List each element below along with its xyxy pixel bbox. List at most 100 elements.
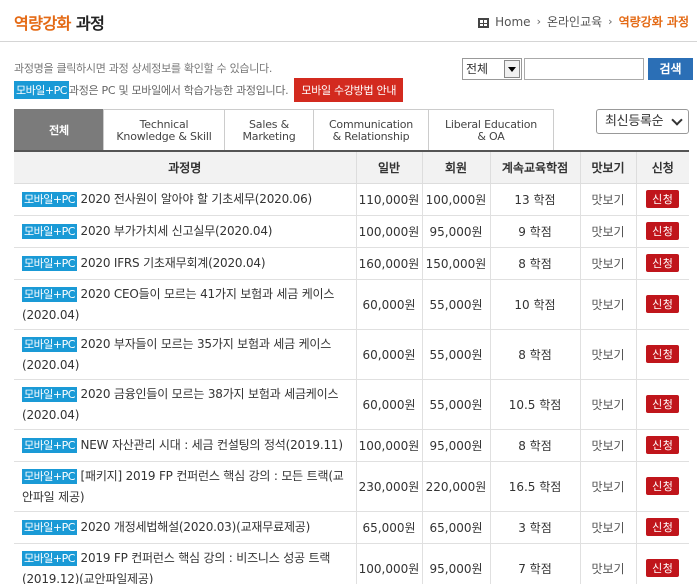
home-icon[interactable] [478,17,490,28]
member-price: 150,000원 [421,246,491,280]
course-title-cell[interactable]: 모바일+PC 2020 IFRS 기초재무회계(2020.04) [14,246,357,280]
breadcrumb: Home › 온라인교육 › 역량강화 과정 [478,13,689,30]
search-button[interactable]: 검색 [648,58,693,80]
member-price: 55,000원 [421,278,491,330]
course-title-cell[interactable]: 모바일+PC 2019 FP 컨퍼런스 핵심 강의 : 비즈니스 성공 트랙 (… [14,542,357,584]
mobile-info: 모바일+PC 과정은 PC 및 모바일에서 학습가능한 과정입니다. 모바일 수… [14,78,404,102]
course-title-cell[interactable]: 모바일+PC 2020 부가가치세 신고실무(2020.04) [14,214,357,248]
credits: 13 학점 [489,182,581,216]
apply-button[interactable]: 신청 [646,345,680,363]
preview-link[interactable]: 맛보기 [579,278,637,330]
general-price: 60,000원 [355,378,423,430]
course-title-link[interactable]: NEW 자산관리 시대 : 세금 컨설팅의 정석(2019.11) [81,438,344,452]
tab-technical[interactable]: Technical Knowledge & Skill [103,109,225,151]
table-row: 모바일+PC 2020 금융인들이 모르는 38가지 보험과 세금케이스 (20… [14,378,689,430]
mobile-pc-badge: 모바일+PC [22,437,77,453]
apply-button[interactable]: 신청 [646,190,680,208]
preview-link[interactable]: 맛보기 [579,378,637,430]
credits: 8 학점 [489,328,581,380]
preview-link[interactable]: 맛보기 [579,460,637,512]
course-title-cell[interactable]: 모바일+PC 2020 개정세법해설(2020.03)(교재무료제공) [14,510,357,544]
course-title-link[interactable]: 2020 개정세법해설(2020.03)(교재무료제공) [81,520,311,534]
course-table: 과정명 일반 회원 계속교육학점 맛보기 신청 모바일+PC 2020 전사원이… [14,150,689,584]
course-title-link[interactable]: 2020 IFRS 기초재무회계(2020.04) [81,256,266,270]
category-filter-select[interactable]: 전체 [462,58,522,80]
member-price: 95,000원 [421,542,491,584]
member-price: 55,000원 [421,378,491,430]
page-title-accent: 역량강화 [14,14,71,33]
credits: 10 학점 [489,278,581,330]
tab-sales-marketing[interactable]: Sales & Marketing [224,109,314,151]
apply-cell: 신청 [635,328,689,380]
tab-all[interactable]: 전체 [14,109,104,151]
tab-label: 전체 [49,123,69,137]
apply-button[interactable]: 신청 [646,477,680,495]
info-text: 과정명을 클릭하시면 과정 상세정보를 확인할 수 있습니다. [14,62,273,75]
general-price: 100,000원 [355,214,423,248]
credits: 3 학점 [489,510,581,544]
mobile-pc-badge: 모바일+PC [22,336,77,352]
tab-label: Liberal Education & OA [444,117,538,143]
search-area: 전체 검색 [462,58,693,80]
apply-cell: 신청 [635,428,689,462]
preview-link[interactable]: 맛보기 [579,246,637,280]
apply-cell: 신청 [635,378,689,430]
mobile-pc-badge: 모바일+PC [22,191,77,207]
apply-cell: 신청 [635,510,689,544]
col-member-price: 회원 [421,151,491,184]
preview-link[interactable]: 맛보기 [579,328,637,380]
credits: 8 학점 [489,246,581,280]
tab-liberal-education[interactable]: Liberal Education & OA [428,109,554,151]
credits: 8 학점 [489,428,581,462]
apply-button[interactable]: 신청 [646,436,680,454]
course-title-cell[interactable]: 모바일+PC 2020 금융인들이 모르는 38가지 보험과 세금케이스 (20… [14,378,357,430]
mobile-pc-badge: 모바일+PC [22,386,77,402]
preview-link[interactable]: 맛보기 [579,182,637,216]
apply-cell: 신청 [635,278,689,330]
search-input[interactable] [524,58,644,80]
general-price: 60,000원 [355,328,423,380]
course-title-cell[interactable]: 모바일+PC NEW 자산관리 시대 : 세금 컨설팅의 정석(2019.11) [14,428,357,462]
page-title-suffix: 과정 [70,14,105,33]
general-price: 100,000원 [355,542,423,584]
tab-communication[interactable]: Communication & Relationship [313,109,429,151]
table-row: 모바일+PC 2020 CEO들이 모르는 41가지 보험과 세금 케이스 (2… [14,278,689,330]
course-title-cell[interactable]: 모바일+PC 2020 전사원이 알아야 할 기초세무(2020.06) [14,182,357,216]
chevron-right-icon: › [536,15,541,28]
mobile-pc-badge: 모바일+PC [22,519,77,535]
chevron-down-icon[interactable] [504,60,520,78]
preview-link[interactable]: 맛보기 [579,542,637,584]
breadcrumb-home[interactable]: Home [495,15,530,29]
sort-select[interactable]: 최신등록순 [596,109,689,134]
mobile-pc-badge: 모바일+PC [22,255,77,271]
apply-button[interactable]: 신청 [646,222,680,240]
breadcrumb-online-education[interactable]: 온라인교육 [547,13,602,30]
course-title-cell[interactable]: 모바일+PC 2020 부자들이 모르는 35가지 보험과 세금 케이스 (20… [14,328,357,380]
preview-link[interactable]: 맛보기 [579,214,637,248]
course-title-cell[interactable]: 모바일+PC [패키지] 2019 FP 컨퍼런스 핵심 강의 : 모든 트랙(… [14,460,357,512]
tab-label: Sales & Marketing [242,117,296,143]
member-price: 95,000원 [421,428,491,462]
apply-button[interactable]: 신청 [646,295,680,313]
mobile-info-text: 과정은 PC 및 모바일에서 학습가능한 과정입니다. [68,84,289,97]
general-price: 230,000원 [355,460,423,512]
apply-button[interactable]: 신청 [646,254,680,272]
preview-link[interactable]: 맛보기 [579,428,637,462]
preview-link[interactable]: 맛보기 [579,510,637,544]
member-price: 220,000원 [421,460,491,512]
chevron-right-icon: › [608,15,613,28]
course-title-cell[interactable]: 모바일+PC 2020 CEO들이 모르는 41가지 보험과 세금 케이스 (2… [14,278,357,330]
member-price: 100,000원 [421,182,491,216]
col-credits: 계속교육학점 [489,151,581,184]
mobile-pc-badge: 모바일+PC [22,223,77,239]
apply-button[interactable]: 신청 [646,559,680,577]
general-price: 100,000원 [355,428,423,462]
course-title-link[interactable]: 2020 부가가치세 신고실무(2020.04) [81,224,273,238]
table-row: 모바일+PC 2020 부자들이 모르는 35가지 보험과 세금 케이스 (20… [14,328,689,380]
filter-value: 전체 [466,62,489,76]
course-title-link[interactable]: 2020 전사원이 알아야 할 기초세무(2020.06) [81,192,313,206]
apply-button[interactable]: 신청 [646,395,680,413]
mobile-guide-button[interactable]: 모바일 수강방법 안내 [294,78,404,102]
apply-button[interactable]: 신청 [646,518,680,536]
breadcrumb-current: 역량강화 과정 [618,15,689,29]
